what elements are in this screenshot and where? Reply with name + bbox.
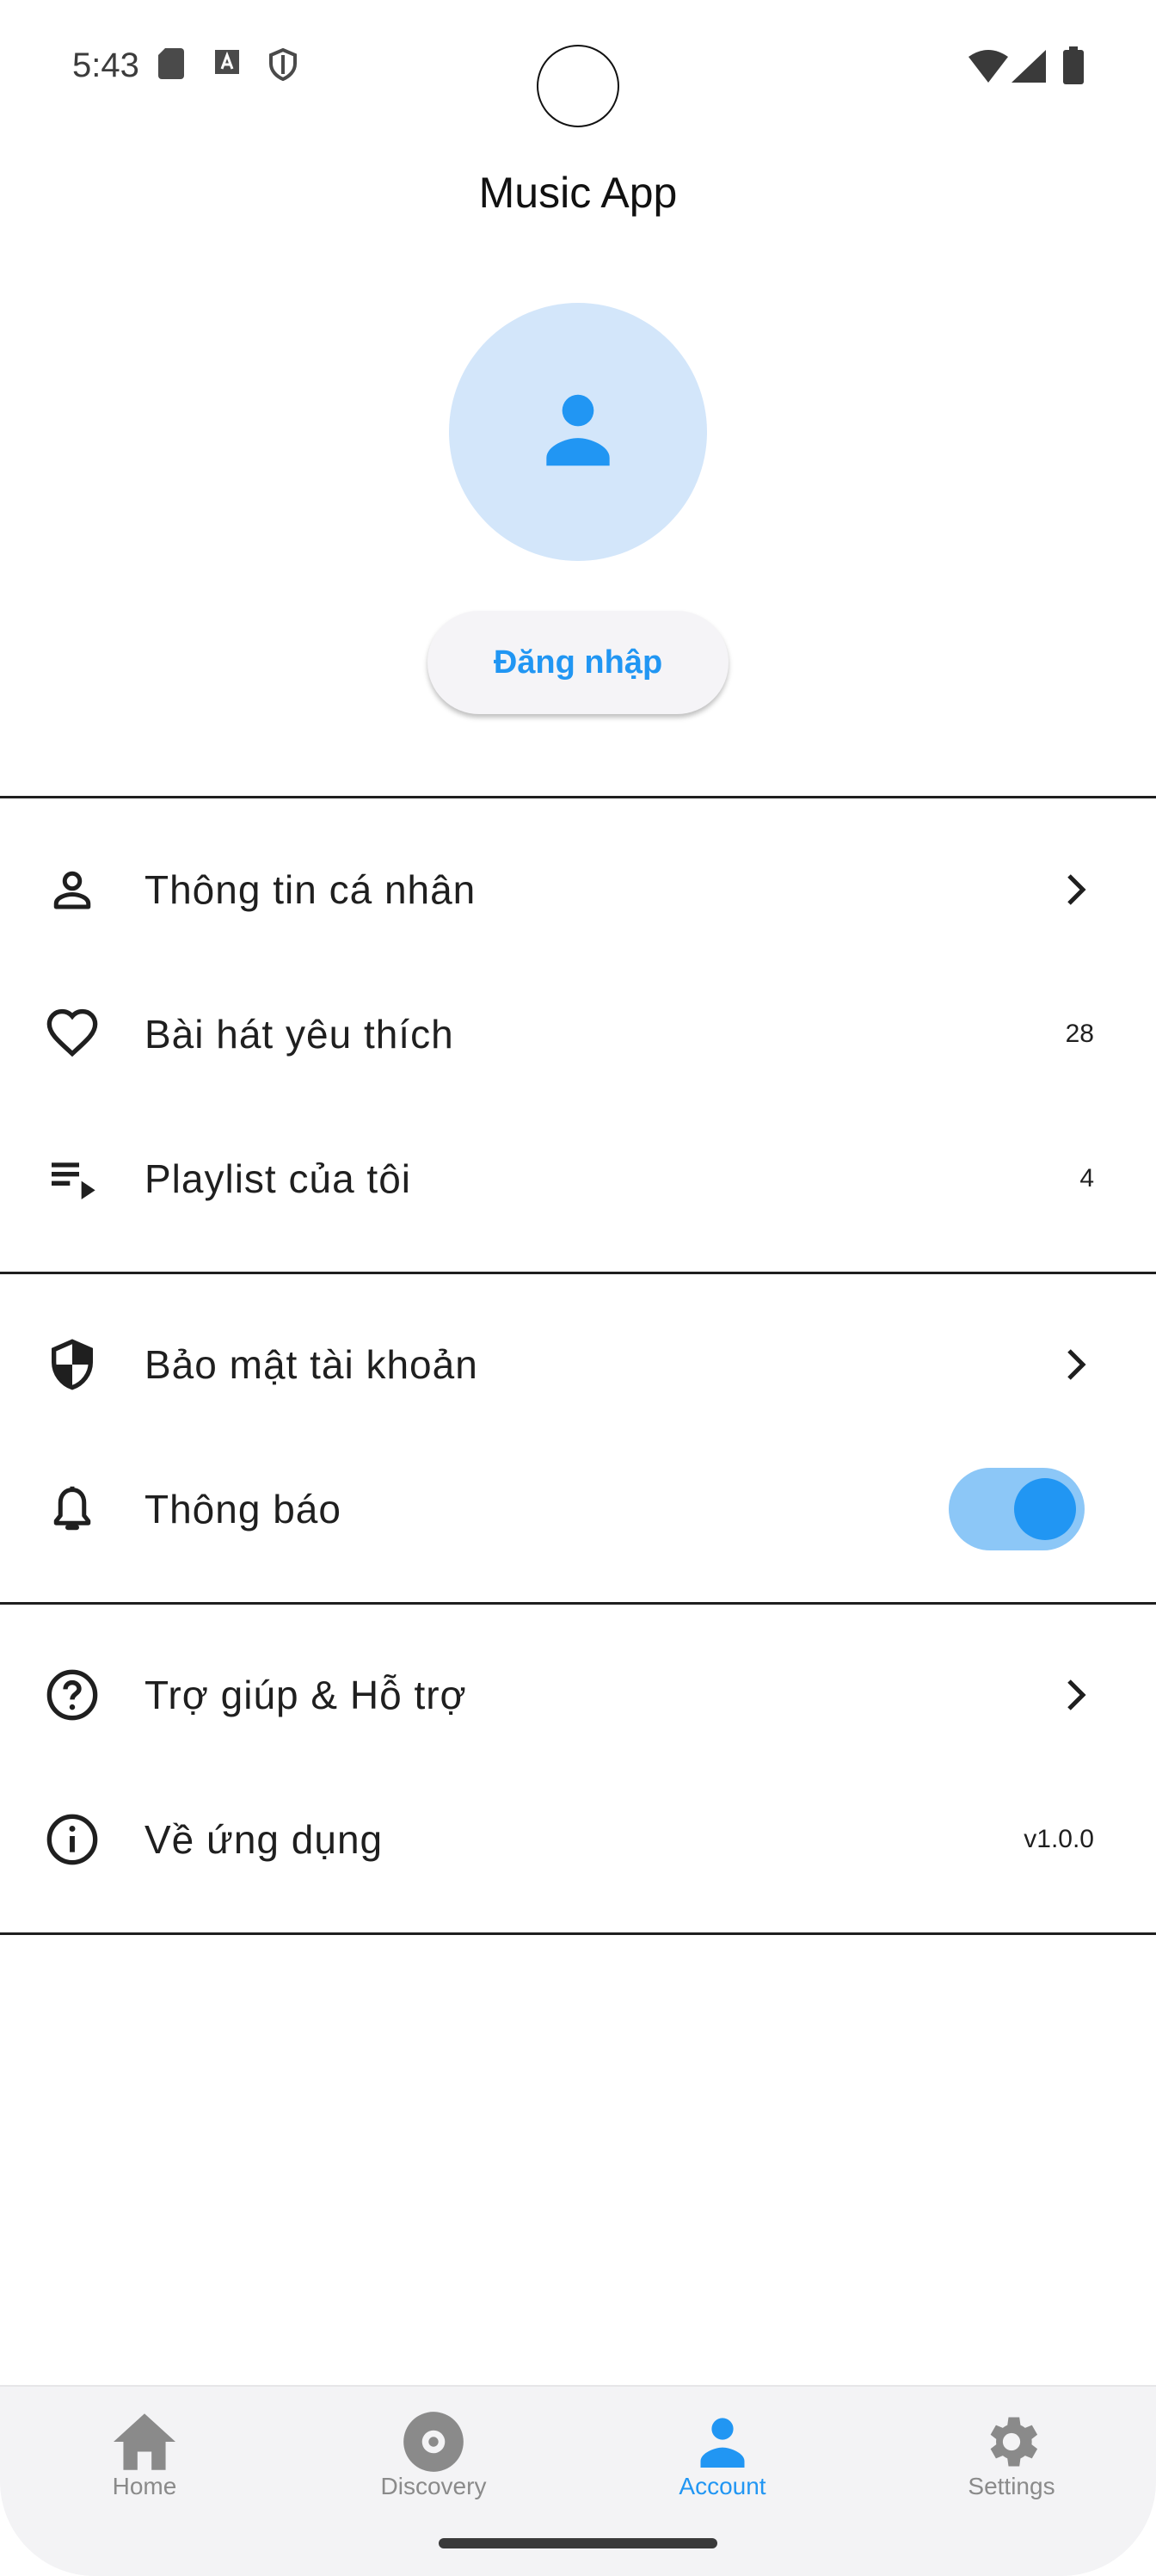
nav-label: Discovery [380,2473,487,2499]
shield-outline-icon [268,47,298,85]
page-title: Music App [478,169,678,217]
notifications-toggle[interactable] [949,1468,1085,1550]
login-button[interactable]: Đăng nhập [427,611,729,714]
home-icon [110,2407,179,2476]
toggle-knob [1014,1478,1076,1540]
shield-icon [40,1332,105,1397]
menu-item-label: Bảo mật tài khoản [144,1342,478,1387]
text-a-icon [213,48,241,80]
nav-item-account[interactable]: Account [578,2387,867,2542]
divider [0,1932,1156,1935]
gear-icon [977,2407,1046,2476]
chevron-right-icon [1058,1676,1096,1714]
app-version: v1.0.0 [1024,1825,1094,1853]
menu-item-help-support[interactable]: Trợ giúp & Hỗ trợ [0,1623,1156,1767]
status-time: 5:43 [72,46,139,84]
divider [0,796,1156,798]
menu-item-favorite-songs[interactable]: Bài hát yêu thích 28 [0,962,1156,1106]
menu-item-label: Thông báo [144,1487,341,1531]
person-icon [531,383,625,482]
menu-item-notifications[interactable]: Thông báo [0,1437,1156,1581]
battery-icon [1063,46,1084,89]
divider [0,1272,1156,1274]
avatar [449,303,707,561]
nav-item-settings[interactable]: Settings [867,2387,1156,2542]
menu-item-label: Thông tin cá nhân [144,867,477,912]
person-icon [688,2407,757,2476]
heart-outline-icon [40,1001,105,1067]
menu-item-my-playlists[interactable]: Playlist của tôi 4 [0,1106,1156,1251]
favorite-count: 28 [1065,1020,1094,1048]
camera-cutout [537,45,619,127]
status-bar: 5:43 [0,0,1156,129]
chevron-right-icon [1058,871,1096,909]
menu-item-account-security[interactable]: Bảo mật tài khoản [0,1292,1156,1437]
person-outline-icon [40,857,105,922]
playlist-icon [40,1146,105,1211]
bell-icon [40,1476,105,1542]
home-indicator[interactable] [439,2538,717,2548]
divider [0,1602,1156,1605]
nav-item-home[interactable]: Home [0,2387,289,2542]
menu-item-personal-info[interactable]: Thông tin cá nhân [0,817,1156,962]
nav-label: Home [112,2473,177,2499]
nav-label: Account [679,2473,766,2499]
menu-item-about-app[interactable]: Về ứng dụng v1.0.0 [0,1767,1156,1912]
menu-item-label: Trợ giúp & Hỗ trợ [144,1673,467,1717]
menu-item-label: Bài hát yêu thích [144,1012,454,1057]
signal-icon [1012,50,1046,87]
menu-item-label: Playlist của tôi [144,1156,412,1201]
nav-label: Settings [968,2473,1055,2499]
wifi-icon [968,50,1008,87]
nav-item-discovery[interactable]: Discovery [289,2387,578,2542]
help-circle-icon [40,1662,105,1728]
sd-card-icon [158,48,184,83]
menu-item-label: Về ứng dụng [144,1817,384,1862]
playlist-count: 4 [1079,1164,1094,1192]
info-circle-icon [40,1807,105,1872]
disc-icon [399,2407,468,2476]
chevron-right-icon [1058,1346,1096,1384]
